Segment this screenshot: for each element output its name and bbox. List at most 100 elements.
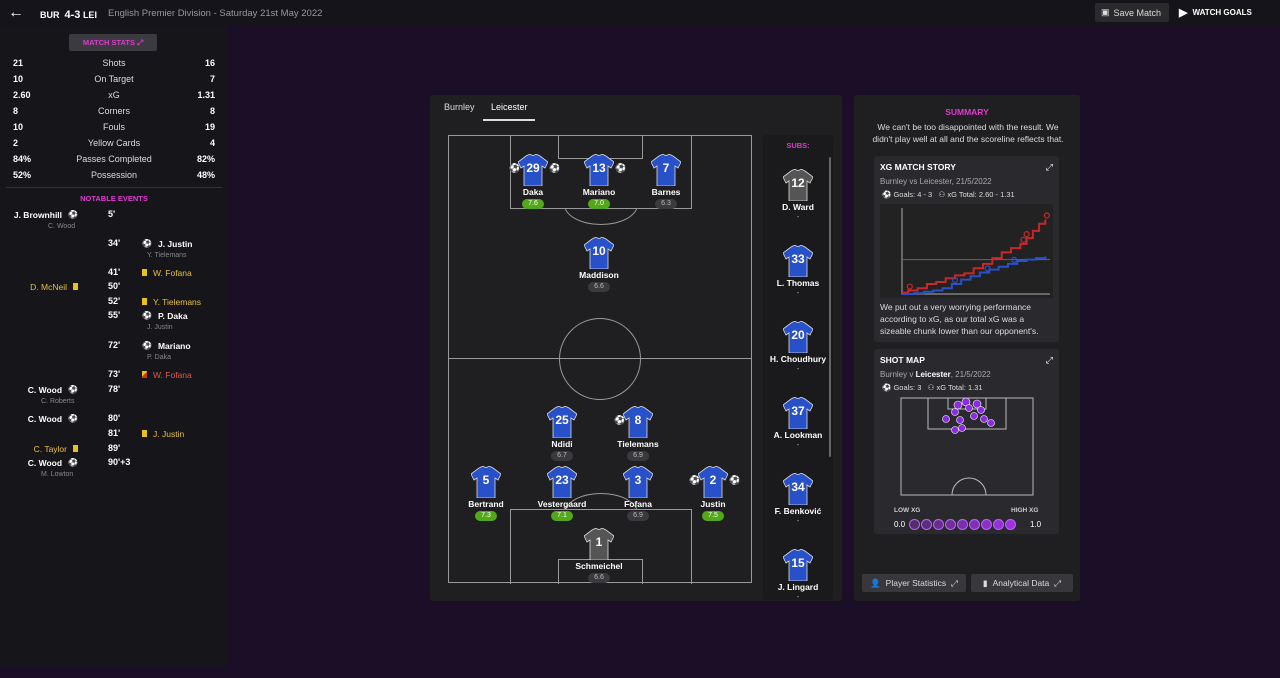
- event-row: C. Taylor: [34, 442, 84, 455]
- sub-value: -: [796, 592, 800, 600]
- sub-value: -: [796, 440, 800, 449]
- player-token[interactable]: 8 Tielemans 6.9 ⚽: [598, 406, 678, 461]
- xg-min-value: 0.0: [894, 520, 906, 529]
- save-match-button[interactable]: ▣ Save Match: [1095, 3, 1169, 22]
- play-icon: ▶: [1179, 7, 1188, 19]
- sub-value: -: [796, 212, 800, 221]
- sub-name: F. Benković: [774, 506, 822, 516]
- player-token[interactable]: 1 Schmeichel 6.6: [559, 528, 639, 583]
- home-stat: 8: [13, 106, 19, 116]
- player-token[interactable]: 25 Ndidi 6.7: [522, 406, 602, 461]
- sub-player[interactable]: 20 H. Choudhury -: [763, 321, 833, 373]
- player-token[interactable]: 10 Maddison 6.6: [559, 237, 639, 292]
- goal-icon: ⚽: [68, 458, 78, 467]
- event-player: C. Wood: [27, 384, 63, 395]
- home-stat: 52%: [13, 170, 32, 180]
- expand-icon[interactable]: ⤢: [1046, 162, 1053, 173]
- low-xg-label: LOW XG: [894, 507, 921, 514]
- player-rating: 6.9: [627, 451, 649, 461]
- subs-column[interactable]: SUBS: 12 D. Ward -33 L. Thomas -20 H. Choudhu…: [763, 135, 833, 600]
- expand-icon: ⤢: [1054, 577, 1062, 588]
- player-token[interactable]: 23 Vestergaard 7.1: [522, 466, 602, 521]
- top-bar: ← BUR 4-3 LEI English Premier Division -…: [0, 0, 1280, 26]
- stat-label: Corners: [97, 106, 130, 116]
- minute-text: 90'+3: [108, 457, 131, 467]
- stat-label: Passes Completed: [76, 154, 152, 164]
- player-token[interactable]: 7 Barnes 6.3: [626, 154, 706, 209]
- minute-text: 5': [108, 209, 116, 219]
- event-row: ⚽ J. Justin: [136, 237, 192, 250]
- sub-player[interactable]: 37 A. Lookman -: [763, 397, 833, 449]
- event-minute: 73': [108, 368, 136, 381]
- sub-player[interactable]: 33 L. Thomas -: [763, 245, 833, 297]
- player-token[interactable]: 2 Justin 7.5 ⚽ ⚽: [673, 466, 753, 521]
- minute-text: 55': [108, 310, 121, 320]
- event-assist: J. Justin: [147, 324, 173, 331]
- divider: [6, 187, 222, 188]
- tab-leicester[interactable]: Leicester: [491, 102, 528, 112]
- event-player: C. Taylor: [33, 443, 67, 454]
- sub-player[interactable]: 34 F. Benković -: [763, 473, 833, 525]
- xg-scale-step: [909, 519, 920, 530]
- home-stat: 84%: [13, 154, 32, 164]
- xg-scale-step: [921, 519, 932, 530]
- player-rating: 6.9: [627, 511, 649, 521]
- shirt-icon: 1: [584, 528, 614, 560]
- event-minute: 80': [108, 412, 148, 425]
- stat-row: 52% Possession 48%: [13, 167, 215, 183]
- away-stat: 8: [209, 106, 215, 116]
- xg-scale-step: [945, 519, 956, 530]
- save-icon: ▣: [1101, 7, 1110, 17]
- stat-row: 8 Corners 8: [13, 103, 215, 119]
- watch-goals-button[interactable]: ▶ WATCH GOALS: [1179, 6, 1252, 19]
- shirt-icon: 29: [518, 154, 548, 186]
- event-minute: 90'+3: [108, 456, 148, 469]
- stat-label: Shots: [102, 58, 126, 68]
- player-name: Barnes: [651, 187, 681, 197]
- event-minute: 55': [108, 309, 136, 322]
- stat-label: Fouls: [102, 122, 125, 132]
- player-statistics-button[interactable]: 👤 Player Statistics ⤢: [862, 574, 966, 592]
- event-player: P. Daka: [157, 310, 188, 321]
- home-stat: 2: [13, 138, 19, 148]
- player-name: Bertrand: [468, 499, 504, 509]
- away-stat: 4: [209, 138, 215, 148]
- stat-row: 2.60 xG 1.31: [13, 87, 215, 103]
- analytical-data-button[interactable]: ▮ Analytical Data ⤢: [971, 574, 1073, 592]
- event-player: Y. Tielemans: [153, 296, 202, 307]
- minute-text: 52': [108, 296, 121, 306]
- yellow-card-icon: [73, 283, 78, 290]
- active-tab-indicator: [483, 119, 535, 121]
- match-stats-button[interactable]: MATCH STATS ⤢: [69, 34, 157, 51]
- sub-player[interactable]: 15 J. Lingard -: [763, 549, 833, 600]
- goal-icon: ⚽: [614, 415, 626, 425]
- event-row: J. Brownhill ⚽: [14, 208, 84, 221]
- back-arrow-icon[interactable]: ←: [8, 4, 24, 22]
- event-assist: M. Lowton: [41, 471, 74, 478]
- sub-name: D. Ward: [782, 202, 814, 212]
- xg-match-story-card[interactable]: XG MATCH STORY ⤢ Burnley vs Leicester, 2…: [874, 156, 1059, 342]
- sub-player[interactable]: 12 D. Ward -: [763, 169, 833, 221]
- centre-circle: [559, 318, 641, 400]
- goal-icon: ⚽: [689, 475, 701, 485]
- minute-text: 78': [108, 384, 121, 394]
- event-minute: 72': [108, 339, 136, 352]
- yellow-card-icon: [142, 430, 147, 437]
- tab-burnley[interactable]: Burnley: [444, 102, 475, 112]
- event-row: C. Wood ⚽: [28, 383, 84, 396]
- ball-icon: ⚽: [882, 190, 892, 199]
- stat-row: 10 On Target 7: [13, 71, 215, 87]
- expand-icon[interactable]: ⤢: [1046, 355, 1053, 366]
- summary-text: We can't be too disappointed with the re…: [872, 122, 1064, 144]
- minute-text: 41': [108, 267, 121, 277]
- shot-map-title: SHOT MAP: [880, 355, 925, 365]
- event-minute: 41': [108, 266, 136, 279]
- shot-map-card[interactable]: SHOT MAP ⤢ Burnley v Leicester, 21/5/202…: [874, 349, 1059, 534]
- xg-scale-step: [993, 519, 1004, 530]
- player-token[interactable]: 5 Bertrand 7.3: [446, 466, 526, 521]
- minute-text: 81': [108, 428, 121, 438]
- player-token[interactable]: 3 Fofana 6.9: [598, 466, 678, 521]
- xg-icon: ⚇: [938, 190, 946, 199]
- shot-map-subtitle: Burnley v Leicester, 21/5/2022: [880, 370, 991, 379]
- event-row: ⚽ Mariano: [136, 339, 191, 352]
